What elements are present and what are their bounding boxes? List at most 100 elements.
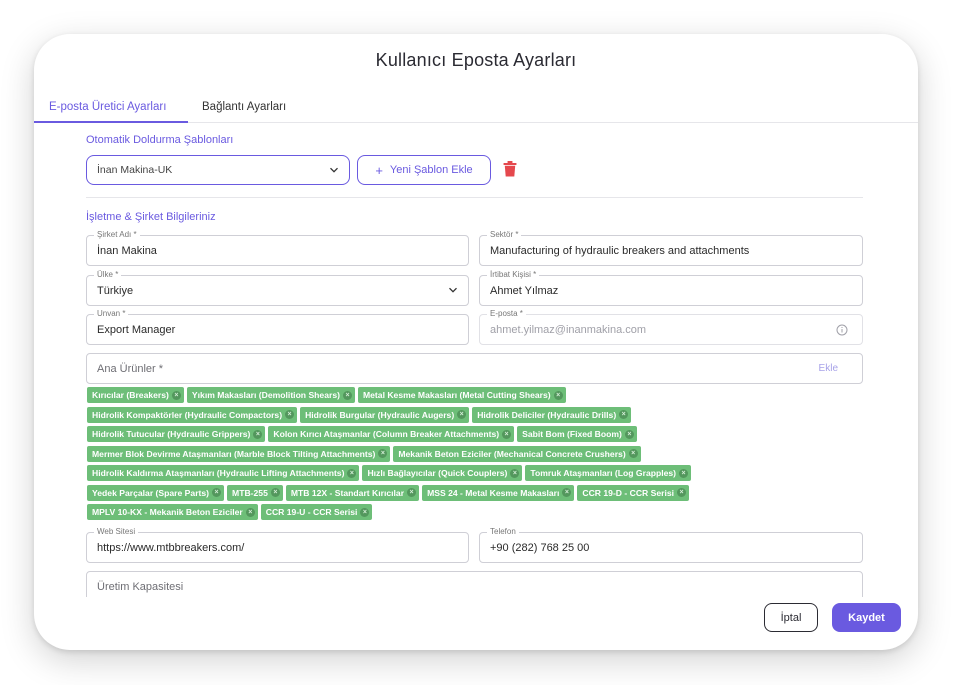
product-tag: Kırıcılar (Breakers) ×: [87, 387, 184, 403]
product-tag: Hidrolik Burgular (Hydraulic Augers) ×: [300, 406, 470, 423]
product-tag: Yıkım Makasları (Demolition Shears) ×: [186, 387, 355, 403]
product-tag-label: CCR 19-D - CCR Serisi: [582, 487, 675, 498]
product-tag-label: Hidrolik Kompaktörler (Hydraulic Compact…: [92, 409, 283, 420]
remove-tag-icon[interactable]: ×: [171, 390, 181, 400]
remove-tag-icon[interactable]: ×: [347, 468, 357, 478]
phone-value: +90 (282) 768 25 00: [490, 542, 590, 554]
website-field[interactable]: Web Sitesi https://www.mtbbreakers.com/: [86, 527, 469, 563]
company-name-label: Şirket Adı *: [94, 230, 140, 240]
tab-connection-settings[interactable]: Bağlantı Ayarları: [202, 101, 286, 113]
product-tag-label: Sabit Bom (Fixed Boom): [522, 429, 622, 439]
chevron-down-icon: [449, 287, 457, 293]
product-tag: MPLV 10-KX - Mekanik Beton Eziciler ×: [87, 504, 258, 520]
product-tag-label: Hızlı Bağlayıcılar (Quick Couplers): [367, 468, 508, 478]
remove-tag-icon[interactable]: ×: [628, 449, 638, 458]
product-tag: Yedek Parçalar (Spare Parts) ×: [87, 484, 225, 501]
product-tag-row: Hidrolik Tutucular (Hydraulic Grippers) ×…: [87, 426, 867, 442]
product-tag-row: Hidrolik Kompaktörler (Hydraulic Compact…: [87, 406, 867, 423]
product-tag: Sabit Bom (Fixed Boom) ×: [517, 426, 637, 442]
product-tag-label: Yedek Parçalar (Spare Parts): [92, 487, 210, 498]
tab-email-generator-settings[interactable]: E-posta Üretici Ayarları: [49, 101, 166, 113]
product-tag: Hızlı Bağlayıcılar (Quick Couplers) ×: [362, 465, 523, 481]
remove-tag-icon[interactable]: ×: [624, 429, 634, 439]
main-products-placeholder: Ana Ürünler *: [97, 363, 164, 375]
contact-person-label: İrtibat Kişisi *: [487, 270, 540, 280]
remove-tag-icon[interactable]: ×: [360, 507, 370, 517]
add-product-button[interactable]: Ekle: [819, 363, 838, 374]
remove-tag-icon[interactable]: ×: [270, 488, 280, 497]
remove-tag-icon[interactable]: ×: [253, 429, 263, 439]
product-tag-label: Hidrolik Tutucular (Hydraulic Grippers): [92, 429, 251, 439]
remove-tag-icon[interactable]: ×: [619, 410, 629, 419]
remove-tag-icon[interactable]: ×: [562, 488, 572, 497]
product-tag-label: Hidrolik Burgular (Hydraulic Augers): [305, 409, 455, 420]
country-select[interactable]: Ülke * Türkiye: [86, 270, 469, 306]
contact-person-value: Ahmet Yılmaz: [490, 285, 559, 297]
phone-field[interactable]: Telefon +90 (282) 768 25 00: [479, 527, 863, 563]
product-tag-label: CCR 19-U - CCR Serisi: [265, 507, 358, 517]
remove-tag-icon[interactable]: ×: [378, 449, 388, 458]
product-tag: CCR 19-D - CCR Serisi ×: [577, 484, 690, 501]
remove-tag-icon[interactable]: ×: [553, 390, 563, 400]
product-tag: Hidrolik Tutucular (Hydraulic Grippers) ×: [87, 426, 266, 442]
remove-tag-icon[interactable]: ×: [677, 488, 687, 497]
remove-tag-icon[interactable]: ×: [510, 468, 520, 478]
email-label: E-posta *: [487, 309, 526, 319]
sector-field[interactable]: Sektör * Manufacturing of hydraulic brea…: [479, 230, 863, 266]
remove-tag-icon[interactable]: ×: [342, 390, 352, 400]
remove-tag-icon[interactable]: ×: [212, 488, 222, 497]
product-tag: CCR 19-U - CCR Serisi ×: [260, 504, 373, 520]
chevron-down-icon: [330, 167, 338, 173]
product-tags: Kırıcılar (Breakers) × Yıkım Makasları (De…: [87, 387, 867, 524]
product-tag: MTB 12X - Standart Kırıcılar ×: [285, 484, 420, 501]
production-capacity-field[interactable]: Üretim Kapasitesi: [86, 571, 863, 597]
product-tag: Tomruk Ataşmanları (Log Grapples) ×: [525, 465, 692, 481]
tab-bar: E-posta Üretici Ayarları Bağlantı Ayarla…: [34, 96, 918, 123]
production-capacity-placeholder: Üretim Kapasitesi: [97, 581, 184, 593]
product-tag-row: Kırıcılar (Breakers) × Yıkım Makasları (De…: [87, 387, 867, 403]
company-name-value: İnan Makina: [97, 245, 157, 257]
email-field[interactable]: E-posta * ahmet.yilmaz@inanmakina.com: [479, 309, 863, 345]
main-products-input[interactable]: Ana Ürünler * Ekle: [86, 353, 863, 384]
product-tag-label: Kolon Kırıcı Ataşmanlar (Column Breaker …: [273, 429, 500, 439]
remove-tag-icon[interactable]: ×: [457, 410, 467, 419]
product-tag-label: MPLV 10-KX - Mekanik Beton Eziciler: [92, 507, 243, 517]
trash-icon[interactable]: [503, 161, 517, 177]
remove-tag-icon[interactable]: ×: [679, 468, 689, 478]
remove-tag-icon[interactable]: ×: [245, 507, 255, 517]
product-tag: Mermer Blok Devirme Ataşmanları (Marble …: [87, 445, 391, 462]
plus-icon: +: [375, 162, 383, 178]
product-tag-row: Yedek Parçalar (Spare Parts) × MTB-255 × MTB…: [87, 484, 867, 501]
product-tag: Hidrolik Kaldırma Ataşmanları (Hydraulic…: [87, 465, 360, 481]
job-title-field[interactable]: Unvan * Export Manager: [86, 309, 469, 345]
sector-label: Sektör *: [487, 230, 522, 240]
add-template-label: Yeni Şablon Ekle: [389, 164, 473, 176]
product-tag-label: Kırıcılar (Breakers): [92, 390, 169, 400]
product-tag-label: Yıkım Makasları (Demolition Shears): [191, 390, 340, 400]
remove-tag-icon[interactable]: ×: [502, 429, 512, 439]
info-icon: [836, 324, 848, 336]
product-tag-row: Hidrolik Kaldırma Ataşmanları (Hydraulic…: [87, 465, 867, 481]
product-tag-row: Mermer Blok Devirme Ataşmanları (Marble …: [87, 445, 867, 462]
company-section-title: İşletme & Şirket Bilgileriniz: [86, 211, 216, 223]
active-tab-indicator: [34, 121, 188, 123]
phone-label: Telefon: [487, 527, 519, 537]
job-title-value: Export Manager: [97, 324, 176, 336]
company-name-field[interactable]: Şirket Adı * İnan Makina: [86, 230, 469, 266]
save-button[interactable]: Kaydet: [832, 603, 901, 632]
dialog-title: Kullanıcı Eposta Ayarları: [375, 50, 577, 70]
template-select[interactable]: İnan Makina-UK: [86, 155, 350, 185]
contact-person-field[interactable]: İrtibat Kişisi * Ahmet Yılmaz: [479, 270, 863, 306]
remove-tag-icon[interactable]: ×: [285, 410, 295, 419]
product-tag-row: MPLV 10-KX - Mekanik Beton Eziciler × CCR …: [87, 504, 867, 520]
product-tag: Hidrolik Kompaktörler (Hydraulic Compact…: [87, 406, 298, 423]
product-tag-label: MTB 12X - Standart Kırıcılar: [290, 487, 405, 498]
product-tag: Kolon Kırıcı Ataşmanlar (Column Breaker …: [268, 426, 515, 442]
product-tag: Hidrolik Deliciler (Hydraulic Drills) ×: [472, 406, 632, 423]
cancel-button[interactable]: İptal: [764, 603, 818, 632]
remove-tag-icon[interactable]: ×: [407, 488, 417, 497]
product-tag-label: Mermer Blok Devirme Ataşmanları (Marble …: [92, 448, 376, 459]
product-tag-label: Mekanik Beton Eziciler (Mechanical Concr…: [398, 448, 626, 459]
add-template-button[interactable]: + Yeni Şablon Ekle: [357, 155, 491, 185]
website-value: https://www.mtbbreakers.com/: [97, 542, 245, 554]
